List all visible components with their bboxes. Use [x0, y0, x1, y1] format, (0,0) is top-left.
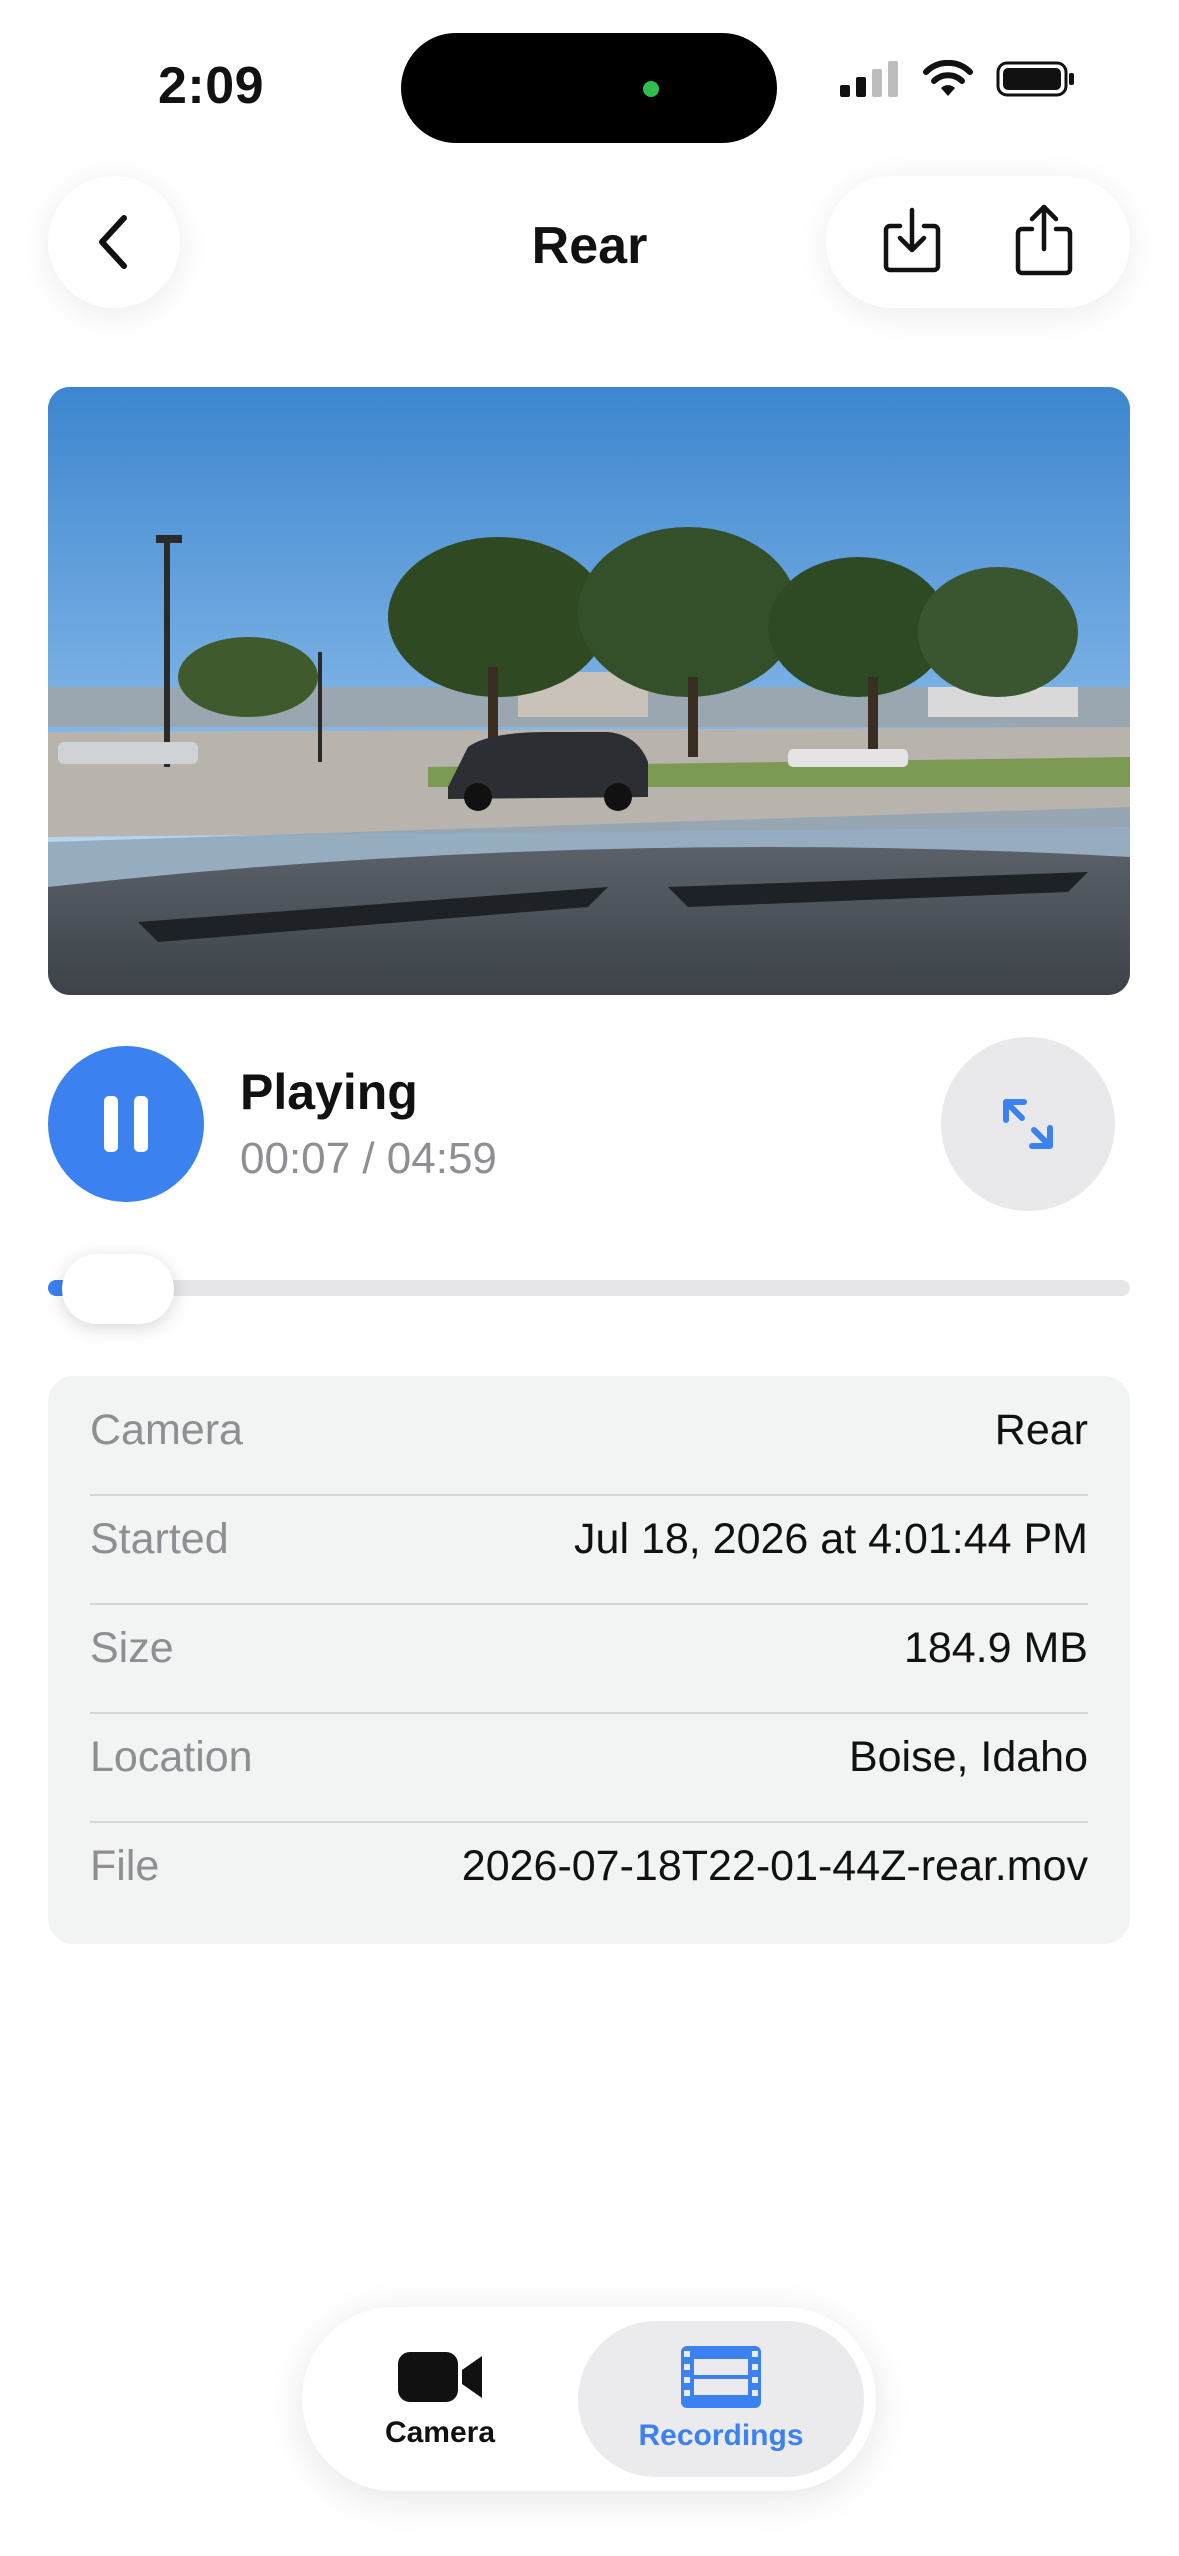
detail-label: Size [90, 1624, 174, 1672]
header-actions [826, 176, 1130, 308]
expand-icon [1003, 1099, 1053, 1149]
wifi-icon [923, 60, 973, 96]
detail-value: 2026-07-18T22-01-44Z-rear.mov [461, 1842, 1088, 1890]
tab-bar: Camera Recordings [302, 2307, 876, 2491]
detail-value: 184.9 MB [903, 1624, 1088, 1672]
detail-row-size: Size 184.9 MB [90, 1594, 1088, 1703]
detail-label: Started [90, 1515, 229, 1563]
tab-recordings[interactable]: Recordings [578, 2321, 864, 2477]
detail-row-location: Location Boise, Idaho [90, 1703, 1088, 1812]
download-icon [883, 207, 941, 272]
playback-state: Playing [240, 1064, 418, 1120]
tab-label: Recordings [638, 2419, 804, 2452]
video-camera-icon [398, 2352, 482, 2402]
detail-row-started: Started Jul 18, 2026 at 4:01:44 PM [90, 1485, 1088, 1594]
share-icon [1015, 204, 1073, 275]
video-frame [48, 387, 1130, 995]
battery-icon [996, 61, 1074, 97]
detail-value: Jul 18, 2026 at 4:01:44 PM [574, 1515, 1088, 1563]
film-strip-icon [681, 2346, 761, 2408]
tab-camera[interactable]: Camera [316, 2321, 564, 2477]
tab-label: Camera [384, 2416, 496, 2449]
detail-label: File [90, 1842, 160, 1890]
detail-label: Location [90, 1733, 253, 1781]
detail-row-camera: Camera Rear [90, 1376, 1088, 1485]
share-button[interactable] [1012, 203, 1076, 282]
fullscreen-button[interactable] [941, 1037, 1115, 1211]
status-icons [840, 60, 1076, 98]
progress-track[interactable] [48, 1280, 1130, 1296]
playback-time: 00:07 / 04:59 [240, 1134, 497, 1183]
pause-button[interactable] [48, 1046, 204, 1202]
progress-thumb[interactable] [62, 1254, 174, 1324]
detail-value: Rear [994, 1406, 1088, 1454]
cellular-signal-icon [840, 61, 898, 97]
video-player[interactable] [48, 387, 1130, 995]
recording-details-card: Camera Rear Started Jul 18, 2026 at 4:01… [48, 1376, 1130, 1944]
dynamic-island [401, 33, 777, 143]
download-button[interactable] [880, 206, 944, 279]
detail-value: Boise, Idaho [848, 1733, 1088, 1781]
detail-label: Camera [90, 1406, 243, 1454]
detail-row-file: File 2026-07-18T22-01-44Z-rear.mov [90, 1812, 1088, 1921]
pause-icon [104, 1096, 148, 1152]
status-time: 2:09 [158, 57, 265, 115]
camera-indicator-dot [643, 81, 659, 97]
